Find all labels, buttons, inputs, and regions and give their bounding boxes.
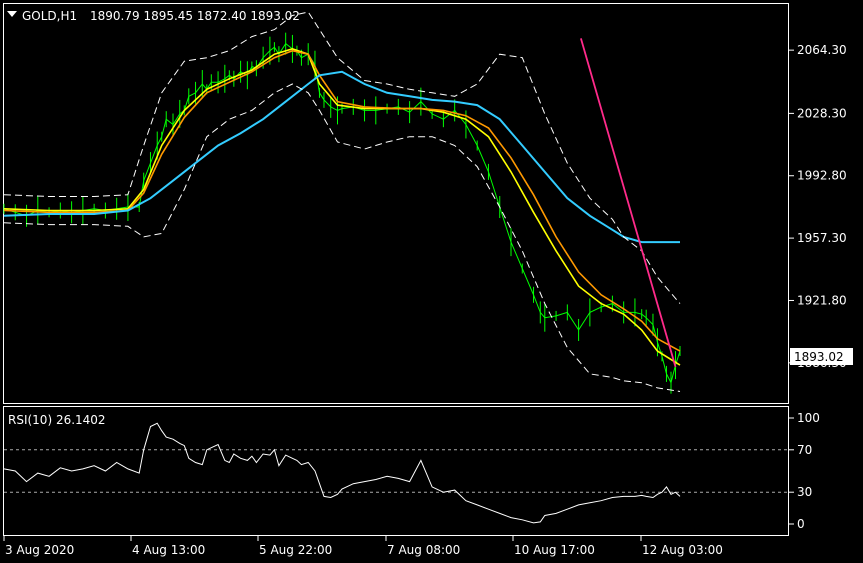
rsi-tick-label: 30 — [797, 485, 812, 499]
rsi-line — [3, 422, 681, 524]
price-tick-label: 1957.30 — [797, 231, 847, 245]
time-tick-label: 10 Aug 17:00 — [514, 543, 595, 557]
series-band-lower — [3, 83, 681, 392]
rsi-tick-label: 100 — [797, 411, 820, 425]
series-band-upper — [3, 11, 681, 304]
time-tick-label: 7 Aug 08:00 — [387, 543, 460, 557]
price-tick-label: 1992.80 — [797, 169, 847, 183]
ohlc-readout: 1890.79 1895.45 1872.40 1893.02 — [90, 9, 300, 23]
price-tick-label: 2028.30 — [797, 106, 847, 120]
price-chart: GOLD,H1 1890.79 1895.45 1872.40 1893.02 … — [3, 3, 853, 557]
price-tick-label: 2064.30 — [797, 43, 847, 57]
current-price-text: 1893.02 — [794, 350, 844, 364]
time-tick-label: 3 Aug 2020 — [5, 543, 74, 557]
rsi-tick-label: 70 — [797, 443, 812, 457]
time-axis: 3 Aug 2020 4 Aug 13:00 5 Aug 22:00 7 Aug 08… — [3, 535, 723, 557]
time-tick-label: 12 Aug 03:00 — [642, 543, 723, 557]
collapse-triangle-icon[interactable] — [7, 11, 17, 17]
symbol-header: GOLD,H1 — [22, 9, 77, 23]
rsi-tick-label: 0 — [797, 517, 805, 531]
main-panel-frame — [3, 3, 789, 404]
main-series-layer — [3, 11, 681, 394]
time-tick-label: 5 Aug 22:00 — [259, 543, 332, 557]
rsi-panel-frame — [3, 406, 789, 536]
current-price-tag: 1893.02 — [790, 348, 853, 365]
rsi-label: RSI(10) 26.1402 — [8, 413, 106, 427]
series-ma-orange — [3, 49, 681, 352]
price-axis: 2064.302028.301992.801957.301921.801886.… — [789, 43, 847, 370]
rsi-layer — [3, 422, 788, 524]
price-tick-label: 1921.80 — [797, 293, 847, 307]
rsi-axis: 100 70 30 0 — [789, 411, 820, 531]
time-tick-label: 4 Aug 13:00 — [132, 543, 205, 557]
